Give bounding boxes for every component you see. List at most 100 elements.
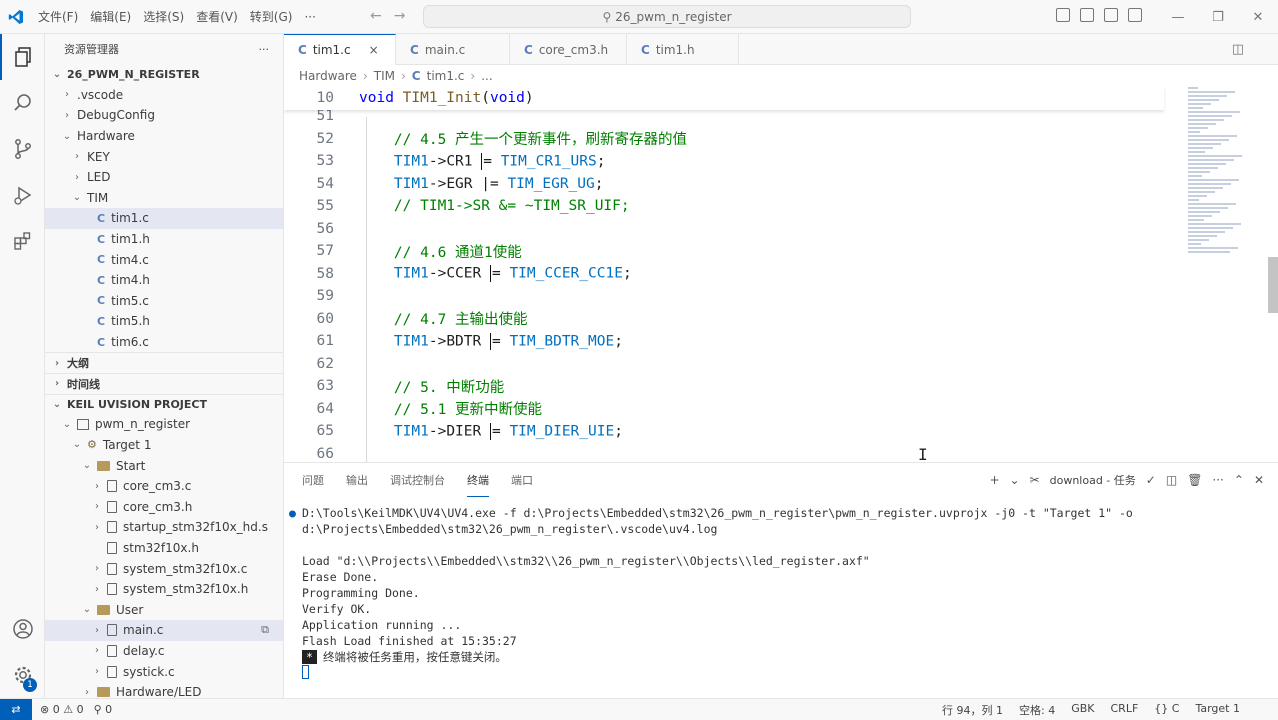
tree-item[interactable]: Ctim1.c	[45, 208, 283, 229]
search-view-icon[interactable]	[0, 80, 45, 126]
check-icon[interactable]: ✓	[1146, 473, 1156, 487]
chevron-down-icon[interactable]: ⌄	[1010, 473, 1020, 487]
language-mode[interactable]: {} C	[1154, 702, 1179, 718]
terminal-output[interactable]: ● D:\Tools\KeilMDK\UV4\UV4.exe -f d:\Pro…	[289, 505, 1268, 681]
split-editor-icon[interactable]: ◫	[1232, 42, 1244, 57]
panel-tab[interactable]: 终端	[467, 463, 489, 497]
breadcrumb-hardware[interactable]: Hardware	[299, 69, 357, 83]
tree-item[interactable]: › core_cm3.h	[45, 496, 283, 517]
customize-layout-icon[interactable]	[1128, 8, 1142, 22]
restore-icon[interactable]: ❐	[1198, 0, 1238, 34]
tree-item[interactable]: Ctim6.c	[45, 332, 283, 353]
code-editor[interactable]: 10 void TIM1_Init(void) 51 52 // 4.5 产生一个更新…	[284, 87, 1278, 462]
tree-item[interactable]: › LED	[45, 167, 283, 188]
tree-item[interactable]: › delay.c	[45, 641, 283, 662]
open-file-icon[interactable]: ⧉	[261, 623, 269, 637]
code-line[interactable]: 53 TIM1->CR1 = TIM_CR1_URS;	[284, 150, 1164, 173]
keil-target[interactable]: Target 1	[1195, 702, 1240, 718]
tree-item[interactable]: ⌄ pwm_n_register	[45, 414, 283, 435]
minimap[interactable]	[1188, 87, 1246, 267]
tree-item[interactable]: ⌄ User	[45, 599, 283, 620]
menu-item[interactable]: 转到(G)	[244, 8, 299, 25]
tree-item[interactable]: › startup_stm32f10x_hd.s	[45, 517, 283, 538]
menu-item[interactable]: 编辑(E)	[84, 8, 137, 25]
code-line[interactable]: 62	[284, 353, 1164, 376]
tab[interactable]: Ctim1.h	[627, 34, 739, 65]
explorer-more-icon[interactable]: ···	[259, 43, 270, 56]
tree-item[interactable]: › core_cm3.c	[45, 476, 283, 497]
remote-icon[interactable]: ⇄	[0, 698, 32, 720]
menu-item[interactable]: ···	[298, 10, 321, 24]
keil-project-section[interactable]: ⌄ KEIL UVISION PROJECT	[45, 393, 283, 415]
close-panel-icon[interactable]: ✕	[1254, 473, 1264, 487]
command-center-search[interactable]: ⚲ 26_pwm_n_register	[423, 5, 911, 28]
errors-status[interactable]: ⊗ 0 ⚠ 0	[40, 703, 84, 716]
code-line[interactable]: 59	[284, 285, 1164, 308]
outline-section[interactable]: › 大纲	[45, 352, 283, 373]
close-tab-icon[interactable]: ×	[369, 43, 379, 57]
workspace-root[interactable]: ⌄ 26_PWM_N_REGISTER	[45, 64, 283, 85]
task-label[interactable]: download - 任务	[1050, 472, 1136, 488]
tree-item[interactable]: Ctim4.c	[45, 249, 283, 270]
code-line[interactable]: 65 TIM1->DIER = TIM_DIER_UIE;	[284, 420, 1164, 443]
breadcrumb-file[interactable]: tim1.c	[427, 69, 465, 83]
tree-item[interactable]: ⌄ TIM	[45, 188, 283, 209]
code-line[interactable]: 52 // 4.5 产生一个更新事件，刷新寄存器的值	[284, 128, 1164, 151]
run-debug-icon[interactable]	[0, 172, 45, 218]
sticky-scroll-line[interactable]: 10 void TIM1_Init(void)	[284, 87, 1164, 110]
menu-item[interactable]: 选择(S)	[137, 8, 190, 25]
tree-item[interactable]: Ctim4.h	[45, 270, 283, 291]
tab[interactable]: Ccore_cm3.h	[510, 34, 627, 65]
code-line[interactable]: 54 TIM1->EGR |= TIM_EGR_UG;	[284, 173, 1164, 196]
menu-item[interactable]: 文件(F)	[32, 8, 84, 25]
explorer-icon[interactable]	[0, 34, 45, 80]
tree-item[interactable]: › system_stm32f10x.h	[45, 579, 283, 600]
code-line[interactable]: 63 // 5. 中断功能	[284, 375, 1164, 398]
indentation[interactable]: 空格: 4	[1019, 702, 1055, 718]
code-line[interactable]: 55 // TIM1->SR &= ~TIM_SR_UIF;	[284, 195, 1164, 218]
code-line[interactable]: 58 TIM1->CCER = TIM_CCER_CC1E;	[284, 263, 1164, 286]
back-arrow-icon[interactable]: ←	[370, 8, 382, 24]
more-icon[interactable]: ···	[1212, 473, 1223, 487]
split-terminal-icon[interactable]: ◫	[1166, 473, 1177, 487]
menu-item[interactable]: 查看(V)	[190, 8, 244, 25]
tree-item[interactable]: › KEY	[45, 146, 283, 167]
code-line[interactable]: 60 // 4.7 主输出使能	[284, 308, 1164, 331]
code-line[interactable]: 61 TIM1->BDTR = TIM_BDTR_MOE;	[284, 330, 1164, 353]
tree-item[interactable]: stm32f10x.h	[45, 538, 283, 559]
code-line[interactable]: 64 // 5.1 更新中断使能	[284, 398, 1164, 421]
close-window-icon[interactable]: ✕	[1238, 0, 1278, 34]
encoding[interactable]: GBK	[1071, 702, 1094, 718]
account-icon[interactable]	[0, 606, 45, 652]
code-line[interactable]: 66	[284, 443, 1164, 463]
toggle-secondary-sidebar-icon[interactable]	[1104, 8, 1118, 22]
manage-gear-icon[interactable]: 1	[0, 652, 45, 698]
breadcrumb-symbol[interactable]: ...	[481, 69, 492, 83]
toggle-primary-sidebar-icon[interactable]	[1056, 8, 1070, 22]
panel-tab[interactable]: 输出	[346, 463, 368, 497]
tree-item[interactable]: ⌄ Hardware	[45, 126, 283, 147]
tree-item[interactable]: ⌄ ⚙ Target 1	[45, 435, 283, 456]
extensions-icon[interactable]	[0, 218, 45, 264]
timeline-section[interactable]: › 时间线	[45, 372, 283, 394]
end-of-line[interactable]: CRLF	[1111, 702, 1139, 718]
tree-item[interactable]: › systick.c	[45, 661, 283, 682]
forward-arrow-icon[interactable]: →	[394, 8, 406, 24]
panel-tab[interactable]: 端口	[511, 463, 533, 497]
tree-item[interactable]: ⌄ Start	[45, 455, 283, 476]
source-control-icon[interactable]	[0, 126, 45, 172]
tree-item[interactable]: Ctim5.h	[45, 311, 283, 332]
maximize-panel-icon[interactable]: ⌃	[1234, 473, 1244, 487]
ports-status[interactable]: ⚲ 0	[94, 703, 113, 716]
tree-item[interactable]: › main.c ⧉	[45, 620, 283, 641]
minimize-icon[interactable]: —	[1158, 0, 1198, 34]
editor-scrollbar[interactable]	[1268, 257, 1278, 313]
cursor-position[interactable]: 行 94，列 1	[942, 702, 1003, 718]
tree-item[interactable]: Ctim1.h	[45, 229, 283, 250]
tree-item[interactable]: › .vscode	[45, 85, 283, 106]
tree-item[interactable]: › DebugConfig	[45, 105, 283, 126]
panel-tab[interactable]: 问题	[302, 463, 324, 497]
tab[interactable]: Ctim1.c ×	[284, 34, 396, 65]
breadcrumb-tim[interactable]: TIM	[374, 69, 395, 83]
panel-tab[interactable]: 调试控制台	[390, 463, 445, 497]
